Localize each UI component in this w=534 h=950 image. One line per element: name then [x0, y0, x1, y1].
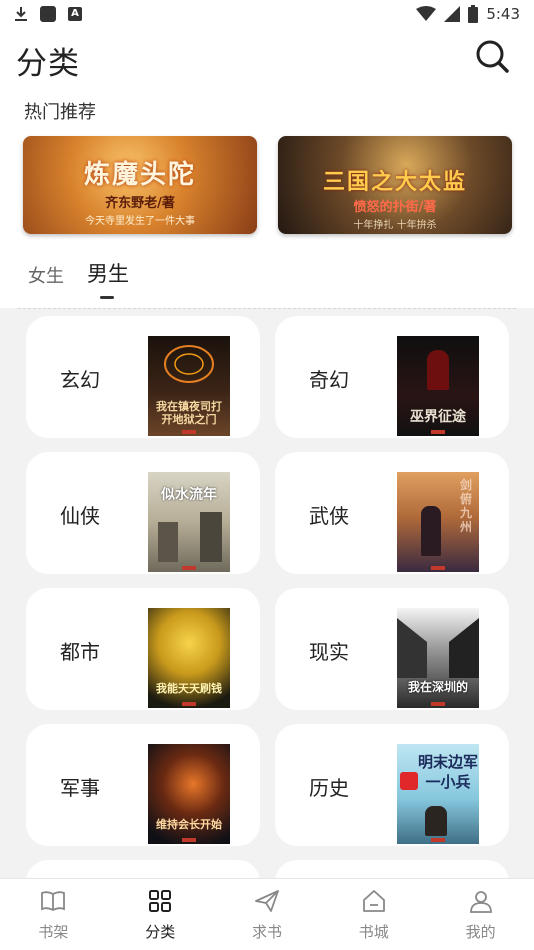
nav-item-bookshelf[interactable]: 书架 [0, 879, 107, 950]
banner-tagline: 十年挣扎 十年拚杀 [353, 220, 437, 231]
download-icon [15, 7, 27, 21]
nav-item-request[interactable]: 求书 [214, 879, 321, 950]
category-label: 历史 [309, 776, 349, 800]
hot-banner-2[interactable]: 三国之大太监 愤怒的扑街/著 十年挣扎 十年拚杀 [278, 136, 512, 234]
book-icon [41, 891, 66, 912]
cover-title: 我在深圳的 [407, 680, 468, 694]
wifi-icon [416, 6, 437, 21]
category-label: 玄幻 [60, 368, 100, 392]
nav-item-store[interactable]: 书城 [320, 879, 427, 950]
battery-icon [468, 5, 479, 23]
header: 分类 [0, 28, 534, 88]
tab-female[interactable]: 女生 [28, 262, 64, 288]
cover-title: 维持会长开始 [156, 818, 222, 831]
cover-title: 剑俯九州 [459, 478, 472, 534]
category-card-more[interactable] [26, 860, 260, 878]
banner-title: 炼魔头陀 [83, 160, 196, 190]
book-cover: 明末边军一小兵 [397, 744, 479, 844]
book-cover: 似水流年 [148, 472, 230, 572]
category-grid: 玄幻 我在镇夜司打开地狱之门 奇幻 巫界征途 仙侠 似水流年 武侠 剑俯九州 都… [0, 308, 534, 878]
bottom-nav: 书架 分类 求书 书城 我的 [0, 878, 534, 950]
book-cover: 维持会长开始 [148, 744, 230, 844]
nav-label: 分类 [145, 923, 176, 941]
category-card-qihuan[interactable]: 奇幻 巫界征途 [275, 316, 509, 438]
nav-label: 我的 [465, 923, 496, 941]
book-cover: 我在镇夜司打开地狱之门 [148, 336, 230, 436]
divider [18, 308, 516, 309]
banner-author: 愤怒的扑街/著 [353, 200, 437, 215]
nav-label: 书城 [358, 923, 389, 941]
a-notification-icon: A [68, 7, 82, 21]
cover-title: 我在镇夜司打开地狱之门 [156, 400, 222, 426]
category-label: 现实 [309, 640, 349, 664]
status-time: 5:43 [486, 5, 520, 23]
tab-indicator [100, 296, 114, 299]
tab-male[interactable]: 男生 [87, 258, 129, 288]
page-title: 分类 [16, 46, 80, 82]
nav-label: 书架 [38, 923, 69, 941]
grid-icon [149, 890, 172, 912]
book-cover: 巫界征途 [397, 336, 479, 436]
banner-title: 三国之大太监 [322, 169, 467, 195]
category-label: 武侠 [309, 504, 349, 528]
category-card-dushi[interactable]: 都市 我能天天刷钱 [26, 588, 260, 710]
category-card-junshi[interactable]: 军事 维持会长开始 [26, 724, 260, 846]
user-icon [469, 891, 492, 913]
book-cover: 我在深圳的 [397, 608, 479, 708]
cover-title: 巫界征途 [410, 409, 466, 425]
category-label: 都市 [60, 640, 100, 664]
book-cover: 我能天天刷钱 [148, 608, 230, 708]
category-label: 仙侠 [60, 504, 100, 528]
nav-item-category[interactable]: 分类 [107, 879, 214, 950]
store-icon [362, 890, 385, 912]
cover-title: 似水流年 [161, 487, 217, 503]
category-card-xianshi[interactable]: 现实 我在深圳的 [275, 588, 509, 710]
cover-title: 我能天天刷钱 [156, 682, 222, 695]
signal-icon [444, 6, 461, 22]
nav-label: 求书 [251, 923, 282, 941]
book-cover: 剑俯九州 [397, 472, 479, 572]
banner-author: 齐东野老/著 [105, 196, 175, 211]
category-card-xianxia[interactable]: 仙侠 似水流年 [26, 452, 260, 574]
hot-banner-1[interactable]: 炼魔头陀 齐东野老/著 今天寺里发生了一件大事 [23, 136, 257, 234]
hot-section-title: 热门推荐 [24, 102, 96, 123]
paper-plane-icon [255, 890, 279, 912]
category-label: 奇幻 [309, 368, 349, 392]
category-card-wuxia[interactable]: 武侠 剑俯九州 [275, 452, 509, 574]
status-bar: A 5:43 [0, 0, 534, 28]
nav-item-profile[interactable]: 我的 [427, 879, 534, 950]
app-notification-icon [40, 6, 56, 22]
search-icon[interactable] [474, 38, 510, 74]
cover-title: 明末边军一小兵 [417, 753, 478, 791]
category-card-more[interactable] [275, 860, 509, 878]
banner-tagline: 今天寺里发生了一件大事 [85, 216, 195, 227]
category-label: 军事 [60, 776, 100, 800]
category-card-lishi[interactable]: 历史 明末边军一小兵 [275, 724, 509, 846]
category-card-xuanhuan[interactable]: 玄幻 我在镇夜司打开地狱之门 [26, 316, 260, 438]
